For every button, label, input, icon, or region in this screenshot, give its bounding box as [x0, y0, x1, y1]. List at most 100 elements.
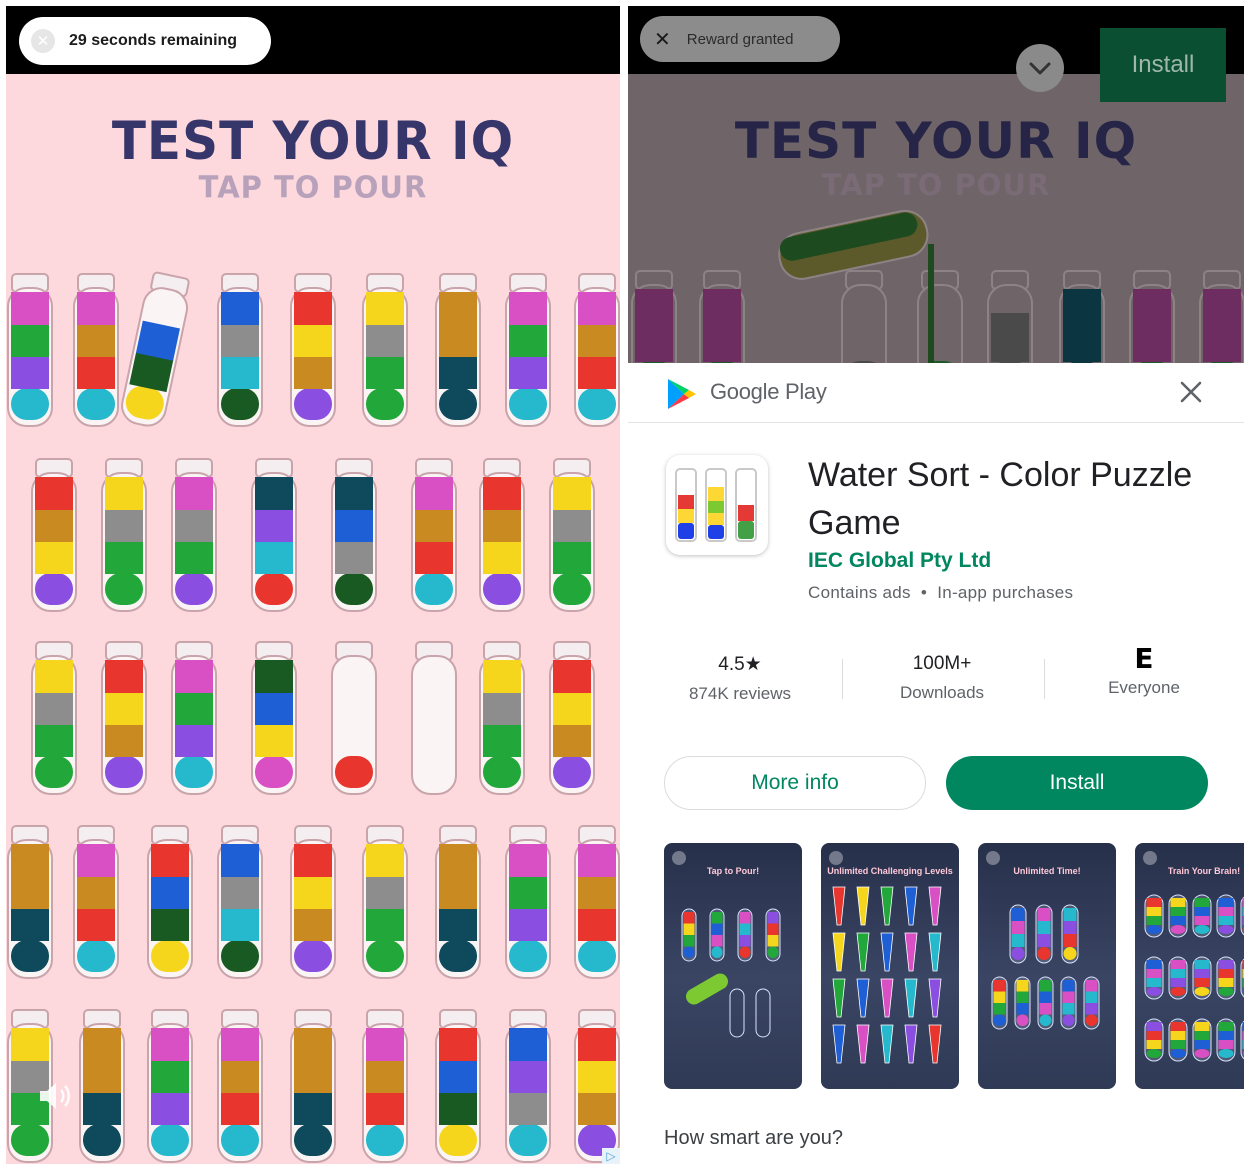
reward-pill: ✕ Reward granted: [640, 16, 840, 62]
store-name: Google Play: [710, 379, 827, 404]
game-area[interactable]: TEST YOUR IQ TAP TO POUR ▷: [6, 74, 620, 1164]
description-heading: How smart are you?: [664, 1127, 843, 1149]
bottle[interactable]: [251, 641, 297, 795]
screenshot-carousel[interactable]: Tap to Pour! Unlimited Challenging Level…: [664, 843, 1244, 1089]
play-store-sheet: Google Play Water Sort - Color Puzzle Ga…: [628, 363, 1244, 1164]
developer-link[interactable]: IEC Global Pty Ltd: [808, 549, 991, 573]
ads-info-line: Contains ads • In-app purchases: [808, 583, 1073, 603]
bottle[interactable]: [505, 1009, 551, 1163]
bottle[interactable]: [331, 641, 377, 795]
bottle[interactable]: [362, 825, 408, 979]
sound-icon[interactable]: [38, 1080, 74, 1112]
app-title: Water Sort - Color Puzzle Game: [808, 456, 1193, 542]
countdown-text: 29 seconds remaining: [69, 32, 238, 49]
top-install-button[interactable]: Install: [1100, 28, 1226, 102]
bottle: [1199, 270, 1244, 363]
bottle[interactable]: [217, 273, 263, 427]
bottle: [1059, 270, 1105, 363]
screenshot-3[interactable]: Unlimited Time!: [978, 843, 1116, 1089]
dimmed-game-area: TEST YOUR IQ TAP TO POUR: [628, 74, 1244, 363]
bottle: [987, 270, 1033, 363]
rating-value: 4.5★: [718, 654, 762, 675]
bottle[interactable]: [79, 1009, 125, 1163]
screenshot-1[interactable]: Tap to Pour!: [664, 843, 802, 1089]
bottle[interactable]: [101, 458, 147, 612]
bottle[interactable]: [31, 641, 77, 795]
more-info-button[interactable]: More info: [664, 756, 926, 810]
left-ad-screen: ✕ 29 seconds remaining TEST YOUR IQ TAP …: [6, 6, 620, 1164]
bottle[interactable]: [479, 641, 525, 795]
close-icon[interactable]: ✕: [654, 27, 671, 51]
install-button[interactable]: Install: [946, 756, 1208, 810]
bottle[interactable]: [435, 1009, 481, 1163]
collapse-button[interactable]: [1016, 44, 1064, 92]
water-sort-icon: [675, 468, 757, 542]
bottle: [841, 270, 887, 363]
bottle[interactable]: [549, 641, 595, 795]
screenshot-art: [681, 908, 781, 1038]
bottle[interactable]: [411, 641, 457, 795]
screenshot-4[interactable]: Train Your Brain!: [1135, 843, 1244, 1089]
reward-text: Reward granted: [686, 30, 794, 48]
bottle[interactable]: [505, 273, 551, 427]
separator-dot: •: [915, 583, 938, 602]
downloads-value: 100M+: [912, 653, 972, 674]
contains-ads-text: Contains ads: [808, 583, 911, 602]
bottle: [1129, 270, 1175, 363]
bottle[interactable]: [435, 273, 481, 427]
bottle[interactable]: [290, 1009, 336, 1163]
screenshot-art: [991, 904, 1100, 1030]
bottle[interactable]: [7, 825, 53, 979]
content-rating-stat: E Everyone: [1054, 645, 1234, 698]
downloads-label: Downloads: [899, 683, 985, 702]
bottle[interactable]: [217, 1009, 263, 1163]
bottle[interactable]: [411, 458, 457, 612]
bottle[interactable]: [119, 271, 194, 429]
bottle: [917, 270, 963, 363]
screenshot-2[interactable]: Unlimited Challenging Levels: [821, 843, 959, 1089]
bottle[interactable]: [171, 458, 217, 612]
bottle: [699, 270, 745, 363]
bottle[interactable]: [435, 825, 481, 979]
bottle[interactable]: [479, 458, 525, 612]
bottle[interactable]: [574, 1009, 620, 1163]
bottle[interactable]: [171, 641, 217, 795]
app-icon[interactable]: [666, 455, 768, 555]
bottle[interactable]: [31, 458, 77, 612]
stat-divider: [1044, 659, 1045, 699]
ad-top-bar: ✕ 29 seconds remaining: [6, 6, 620, 74]
close-icon[interactable]: ✕: [31, 29, 55, 53]
close-icon[interactable]: [1176, 377, 1206, 407]
esrb-e-icon: E: [1134, 642, 1154, 675]
bottle[interactable]: [362, 1009, 408, 1163]
bottle[interactable]: [147, 1009, 193, 1163]
bottle[interactable]: [7, 273, 53, 427]
adchoices-icon[interactable]: ▷: [602, 1148, 620, 1164]
bottle: [631, 270, 677, 363]
sheet-header: Google Play: [628, 363, 1244, 423]
bottle[interactable]: [549, 458, 595, 612]
bottle[interactable]: [574, 273, 620, 427]
dimmed-bottles: [631, 209, 1244, 363]
bottle[interactable]: [73, 273, 119, 427]
bottle[interactable]: [217, 825, 263, 979]
bottle[interactable]: [251, 458, 297, 612]
rating-stat: 4.5★ 874K reviews: [650, 653, 830, 704]
google-play-logo-icon: [668, 379, 696, 409]
bottle-grid[interactable]: [6, 74, 620, 1164]
bottle[interactable]: [73, 825, 119, 979]
bottle[interactable]: [574, 825, 620, 979]
screenshot-art: [1144, 894, 1244, 1062]
bottle[interactable]: [362, 273, 408, 427]
bottle[interactable]: [290, 273, 336, 427]
bottle[interactable]: [290, 825, 336, 979]
countdown-pill: ✕ 29 seconds remaining: [19, 17, 271, 65]
bottle[interactable]: [101, 641, 147, 795]
bottle[interactable]: [147, 825, 193, 979]
iap-text: In-app purchases: [937, 583, 1074, 602]
rating-label: 874K reviews: [688, 684, 792, 703]
chevron-down-icon: [1029, 62, 1051, 75]
bottle[interactable]: [331, 458, 377, 612]
bottle[interactable]: [505, 825, 551, 979]
content-rating-label: Everyone: [1108, 678, 1180, 697]
